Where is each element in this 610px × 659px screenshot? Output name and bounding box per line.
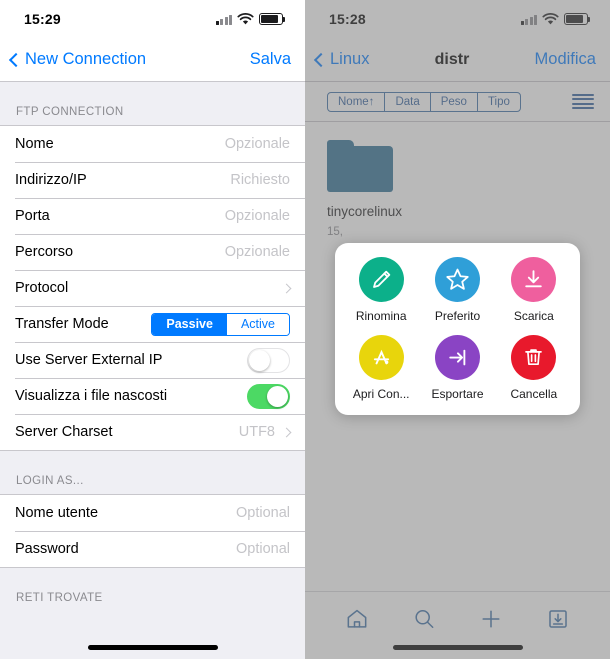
show-hidden-files-toggle[interactable] bbox=[247, 383, 290, 409]
transfer-mode-segmented-control[interactable]: Passive Active bbox=[151, 312, 290, 336]
download-icon bbox=[511, 257, 557, 302]
trash-icon bbox=[511, 335, 557, 380]
row-nome[interactable]: Nome Opzionale bbox=[0, 126, 305, 162]
action-label: Preferito bbox=[434, 309, 481, 323]
row-value: Opzionale bbox=[224, 244, 290, 260]
action-label: Scarica bbox=[513, 309, 554, 323]
row-label: Use Server External IP bbox=[15, 352, 163, 368]
segment-active[interactable]: Active bbox=[226, 313, 289, 335]
row-label: Porta bbox=[15, 208, 50, 224]
row-accessory bbox=[281, 283, 292, 293]
row-nome-utente[interactable]: Nome utente Optional bbox=[0, 495, 305, 531]
row-accessory: UTF8 bbox=[238, 424, 292, 440]
section-header-reti-trovate: RETI TROVATE bbox=[16, 592, 103, 604]
row-label: Indirizzo/IP bbox=[15, 172, 87, 188]
row-value: Opzionale bbox=[224, 208, 290, 224]
save-button[interactable]: Salva bbox=[250, 50, 291, 69]
action-grid: Rinomina Preferito Scarica Apri Con... E… bbox=[343, 257, 572, 401]
row-porta[interactable]: Porta Opzionale bbox=[0, 198, 305, 234]
status-time: 15:29 bbox=[24, 11, 61, 27]
right-phone-screen: 15:28 Linux distr Modifica Nome↑ Data Pe… bbox=[305, 0, 610, 659]
chevron-right-icon bbox=[281, 427, 292, 437]
row-protocol[interactable]: Protocol bbox=[0, 270, 305, 306]
action-label: Esportare bbox=[431, 387, 484, 401]
action-esportare[interactable]: Esportare bbox=[419, 335, 495, 401]
home-indicator bbox=[87, 645, 218, 650]
row-label: Nome utente bbox=[15, 505, 99, 521]
action-cancella[interactable]: Cancella bbox=[496, 335, 572, 401]
export-arrow-icon bbox=[434, 335, 480, 380]
row-value: UTF8 bbox=[238, 424, 275, 440]
appstore-icon bbox=[358, 335, 404, 380]
row-value: Optional bbox=[235, 541, 290, 557]
action-label: Cancella bbox=[510, 387, 558, 401]
row-label: Protocol bbox=[15, 280, 69, 296]
section-header-ftp: FTP CONNECTION bbox=[16, 106, 124, 118]
row-visualizza-file-nascosti: Visualizza i file nascosti bbox=[0, 378, 305, 414]
section-header-login: LOGIN AS... bbox=[16, 475, 84, 487]
row-server-charset[interactable]: Server Charset UTF8 bbox=[0, 414, 305, 450]
back-button[interactable]: New Connection bbox=[8, 50, 146, 69]
row-transfer-mode: Transfer Mode Passive Active bbox=[0, 306, 305, 342]
action-popup: Rinomina Preferito Scarica Apri Con... E… bbox=[335, 243, 580, 415]
row-label: Server Charset bbox=[15, 424, 113, 440]
use-server-external-ip-toggle[interactable] bbox=[247, 347, 290, 373]
status-icons bbox=[215, 12, 286, 26]
row-indirizzo-ip[interactable]: Indirizzo/IP Richiesto bbox=[0, 162, 305, 198]
login-list: Nome utente Optional Password Optional bbox=[0, 494, 305, 568]
row-password[interactable]: Password Optional bbox=[0, 531, 305, 567]
action-apri-con[interactable]: Apri Con... bbox=[343, 335, 419, 401]
status-bar: 15:29 bbox=[0, 0, 305, 38]
navigation-bar: New Connection Salva bbox=[0, 38, 305, 82]
left-phone-screen: 15:29 New Connection Salva FTP CONNECTIO… bbox=[0, 0, 305, 659]
back-button-label: New Connection bbox=[25, 50, 147, 68]
ftp-connection-list: Nome Opzionale Indirizzo/IP Richiesto Po… bbox=[0, 125, 305, 451]
action-label: Rinomina bbox=[355, 309, 407, 323]
row-label: Transfer Mode bbox=[15, 316, 109, 332]
row-label: Visualizza i file nascosti bbox=[15, 388, 168, 404]
chevron-left-icon bbox=[8, 52, 24, 67]
row-label: Percorso bbox=[15, 244, 74, 260]
pencil-icon bbox=[358, 257, 404, 302]
row-use-server-external-ip: Use Server External IP bbox=[0, 342, 305, 378]
cellular-bars-icon bbox=[215, 14, 232, 25]
action-preferito[interactable]: Preferito bbox=[419, 257, 495, 323]
row-percorso[interactable]: Percorso Opzionale bbox=[0, 234, 305, 270]
chevron-right-icon bbox=[281, 283, 292, 293]
row-label: Password bbox=[15, 541, 79, 557]
action-scarica[interactable]: Scarica bbox=[496, 257, 572, 323]
row-label: Nome bbox=[15, 136, 54, 152]
star-icon bbox=[434, 257, 480, 302]
segment-passive[interactable]: Passive bbox=[152, 313, 227, 335]
battery-icon bbox=[259, 13, 286, 25]
wifi-icon bbox=[237, 12, 254, 24]
row-value: Optional bbox=[235, 505, 290, 521]
action-label: Apri Con... bbox=[352, 387, 410, 401]
action-rinomina[interactable]: Rinomina bbox=[343, 257, 419, 323]
row-value: Opzionale bbox=[224, 136, 290, 152]
row-value: Richiesto bbox=[230, 172, 290, 188]
